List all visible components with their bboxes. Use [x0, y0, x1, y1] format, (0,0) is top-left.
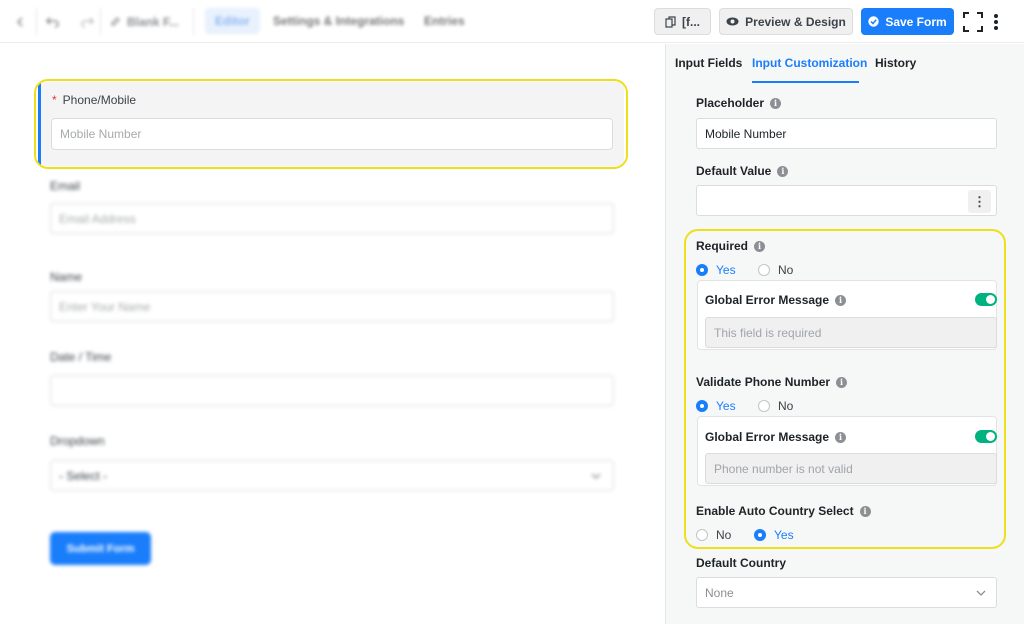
tab-settings-integrations[interactable]: Settings & Integrations [263, 8, 414, 34]
chevron-down-icon [591, 473, 601, 480]
email-label: Email [50, 179, 81, 193]
save-form-button[interactable]: Save Form [861, 8, 954, 35]
dropdown-value: - Select - [59, 468, 108, 483]
edit-icon [111, 17, 120, 26]
preview-design-button[interactable]: Preview & Design [719, 8, 853, 35]
placeholder-label: Placeholder i [696, 96, 782, 110]
shortcode-text: [f... [682, 14, 700, 29]
tab-input-fields[interactable]: Input Fields [675, 56, 742, 70]
top-toolbar: Blank F... Editor Settings & Integration… [0, 0, 1024, 43]
check-circle-icon [868, 16, 880, 27]
tab-editor[interactable]: Editor [205, 8, 260, 34]
info-icon: i [770, 97, 782, 109]
default-country-select[interactable]: None [696, 577, 997, 608]
highlight-outline [34, 79, 628, 169]
fullscreen-icon[interactable] [963, 0, 983, 43]
email-input[interactable]: Email Address [50, 203, 614, 234]
placeholder-label-text: Placeholder [696, 96, 765, 110]
active-tab-indicator [752, 81, 859, 83]
default-value-label-text: Default Value [696, 164, 772, 178]
shortcode-button[interactable]: [f... [654, 8, 711, 35]
divider [193, 8, 194, 35]
placeholder-input[interactable]: Mobile Number [696, 118, 997, 149]
redo-icon[interactable] [80, 0, 94, 43]
default-country-label: Default Country [696, 556, 786, 570]
dropdown-label: Dropdown [50, 434, 105, 448]
divider [36, 8, 37, 35]
smartcode-menu-icon[interactable]: ⋮ [968, 190, 991, 213]
copy-icon [665, 15, 676, 28]
datetime-label: Date / Time [50, 350, 112, 364]
more-options-icon[interactable] [993, 0, 999, 43]
default-country-label-text: Default Country [696, 556, 786, 570]
datetime-input[interactable] [50, 375, 614, 406]
default-value-label: Default Value i [696, 164, 789, 178]
tab-entries[interactable]: Entries [414, 8, 475, 34]
tab-input-customization[interactable]: Input Customization [752, 56, 867, 70]
submit-form-button[interactable]: Submit Form [50, 532, 151, 565]
default-value-input[interactable]: ⋮ [696, 185, 997, 216]
info-icon: i [777, 165, 789, 177]
chevron-down-icon [976, 590, 986, 596]
back-icon[interactable] [14, 0, 26, 43]
default-country-value: None [705, 585, 734, 600]
form-title-text: Blank F... [127, 14, 180, 29]
tab-history[interactable]: History [875, 56, 916, 70]
undo-icon[interactable] [46, 0, 60, 43]
form-title[interactable]: Blank F... [110, 0, 179, 43]
name-label: Name [50, 270, 83, 284]
highlight-outline [684, 229, 1006, 549]
panel-tabs: Input Fields Input Customization History [666, 44, 1024, 84]
eye-icon [726, 17, 739, 26]
divider [100, 8, 101, 35]
name-input[interactable]: Enter Your Name [50, 291, 614, 322]
dropdown-select[interactable]: - Select - [50, 460, 614, 491]
preview-text: Preview & Design [745, 14, 846, 29]
save-text: Save Form [885, 14, 947, 29]
